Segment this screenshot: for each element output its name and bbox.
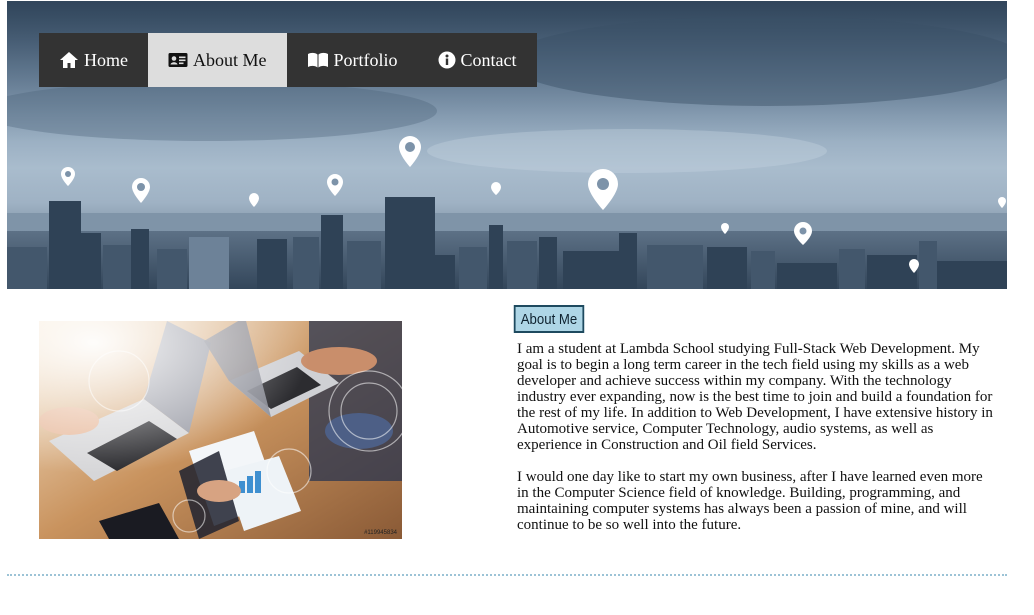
nav-contact-label: Contact	[460, 49, 517, 70]
section-divider	[7, 574, 1007, 576]
id-card-icon	[168, 53, 188, 67]
nav-portfolio-label: Portfolio	[333, 49, 398, 70]
stock-photo-id: #119945834	[364, 530, 397, 536]
info-circle-icon	[438, 51, 456, 69]
nav-home-label: Home	[84, 49, 128, 70]
photo-illustration	[39, 321, 402, 539]
nav-about-me[interactable]: About Me	[148, 33, 287, 87]
home-icon	[60, 52, 78, 68]
book-icon	[307, 52, 328, 68]
about-paragraph-2: I would one day like to start my own bus…	[517, 469, 983, 533]
about-text: I am a student at Lambda School studying…	[517, 341, 997, 549]
laptop-teamwork-photo: #119945834	[39, 321, 402, 539]
nav-contact[interactable]: Contact	[418, 33, 537, 87]
nav-home[interactable]: Home	[39, 33, 148, 87]
nav-portfolio[interactable]: Portfolio	[287, 33, 418, 87]
hero-banner: Home About Me Portfolio Contact	[7, 1, 1007, 289]
nav-about-me-label: About Me	[193, 49, 267, 70]
about-paragraph-1: I am a student at Lambda School studying…	[517, 341, 993, 453]
about-heading-badge: About Me	[513, 305, 585, 333]
about-heading: About Me	[520, 310, 578, 328]
main-nav: Home About Me Portfolio Contact	[39, 33, 537, 87]
